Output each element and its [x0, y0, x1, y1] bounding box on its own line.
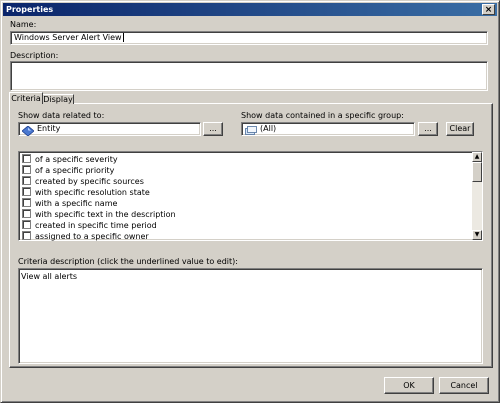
cancel-button[interactable]: Cancel: [439, 377, 489, 394]
list-item[interactable]: created by specific sources: [22, 176, 144, 187]
chevron-up-icon: ▲: [474, 153, 480, 160]
list-item[interactable]: with a specific name: [22, 198, 117, 209]
group-browse-label: ...: [424, 124, 432, 133]
list-item[interactable]: with specific text in the description: [22, 209, 176, 220]
condition-checkbox[interactable]: [22, 165, 31, 174]
title-bar[interactable]: Properties ×: [3, 3, 497, 16]
list-item[interactable]: assigned to a specific owner: [22, 231, 149, 242]
window-title: Properties: [6, 5, 54, 14]
condition-checkbox[interactable]: [22, 187, 31, 196]
list-item[interactable]: with specific resolution state: [22, 187, 150, 198]
scroll-up-button[interactable]: ▲: [472, 152, 482, 162]
group-label: Show data contained in a specific group:: [241, 111, 404, 120]
condition-checkbox[interactable]: [22, 198, 31, 207]
list-item[interactable]: created in specific time period: [22, 220, 157, 231]
condition-label: of a specific severity: [35, 155, 118, 164]
ok-button[interactable]: OK: [384, 377, 434, 394]
description-input[interactable]: [10, 61, 488, 91]
chevron-down-icon: ▼: [474, 231, 480, 238]
ok-button-label: OK: [403, 381, 415, 390]
condition-label: with a specific name: [35, 199, 118, 208]
condition-label: created in specific time period: [35, 221, 157, 230]
properties-dialog: Properties × Name: Windows Server Alert …: [0, 0, 500, 403]
condition-checkbox[interactable]: [22, 154, 31, 163]
cancel-button-label: Cancel: [450, 381, 478, 390]
name-input[interactable]: Windows Server Alert View: [10, 31, 488, 45]
tab-display[interactable]: Display: [42, 94, 74, 104]
condition-label: with specific resolution state: [35, 188, 150, 197]
tab-display-label: Display: [43, 95, 73, 104]
conditions-scrollbar[interactable]: ▲ ▼: [472, 152, 482, 240]
clear-button[interactable]: Clear: [446, 122, 474, 136]
related-field-value: Entity: [37, 124, 61, 133]
close-icon: ×: [484, 5, 493, 15]
group-field[interactable]: (All): [241, 122, 415, 136]
conditions-list: of a specific severity of a specific pri…: [18, 151, 483, 241]
related-label: Show data related to:: [18, 111, 105, 120]
description-label: Description:: [10, 51, 59, 60]
related-field[interactable]: Entity: [18, 122, 201, 137]
clear-button-label: Clear: [449, 124, 471, 133]
text-caret: [122, 33, 124, 42]
tab-criteria-label: Criteria: [11, 94, 41, 103]
tab-criteria[interactable]: Criteria: [9, 92, 43, 104]
condition-checkbox[interactable]: [22, 176, 31, 185]
condition-label: created by specific sources: [35, 177, 144, 186]
related-browse-button[interactable]: ...: [203, 122, 223, 136]
criteria-tab-panel: Show data related to: Entity ... Show da…: [9, 103, 493, 368]
criteria-description-label: Criteria description (click the underlin…: [18, 257, 238, 266]
condition-label: assigned to a specific owner: [35, 232, 149, 241]
condition-checkbox[interactable]: [22, 231, 31, 240]
name-input-value: Windows Server Alert View: [14, 33, 122, 42]
condition-label: with specific text in the description: [35, 210, 176, 219]
entity-icon: [21, 125, 35, 137]
condition-label: of a specific priority: [35, 166, 115, 175]
related-browse-label: ...: [209, 124, 217, 133]
close-button[interactable]: ×: [482, 4, 495, 15]
scroll-down-button[interactable]: ▼: [472, 230, 482, 240]
group-browse-button[interactable]: ...: [418, 122, 438, 136]
criteria-description-text: View all alerts: [21, 272, 78, 281]
list-item[interactable]: of a specific severity: [22, 154, 118, 165]
group-field-value: (All): [260, 124, 277, 133]
name-label: Name:: [10, 20, 37, 29]
condition-checkbox[interactable]: [22, 209, 31, 218]
group-icon: [245, 126, 257, 136]
list-item[interactable]: of a specific priority: [22, 165, 114, 176]
criteria-description-box: View all alerts: [18, 268, 483, 364]
scroll-thumb[interactable]: [472, 162, 482, 182]
condition-checkbox[interactable]: [22, 220, 31, 229]
